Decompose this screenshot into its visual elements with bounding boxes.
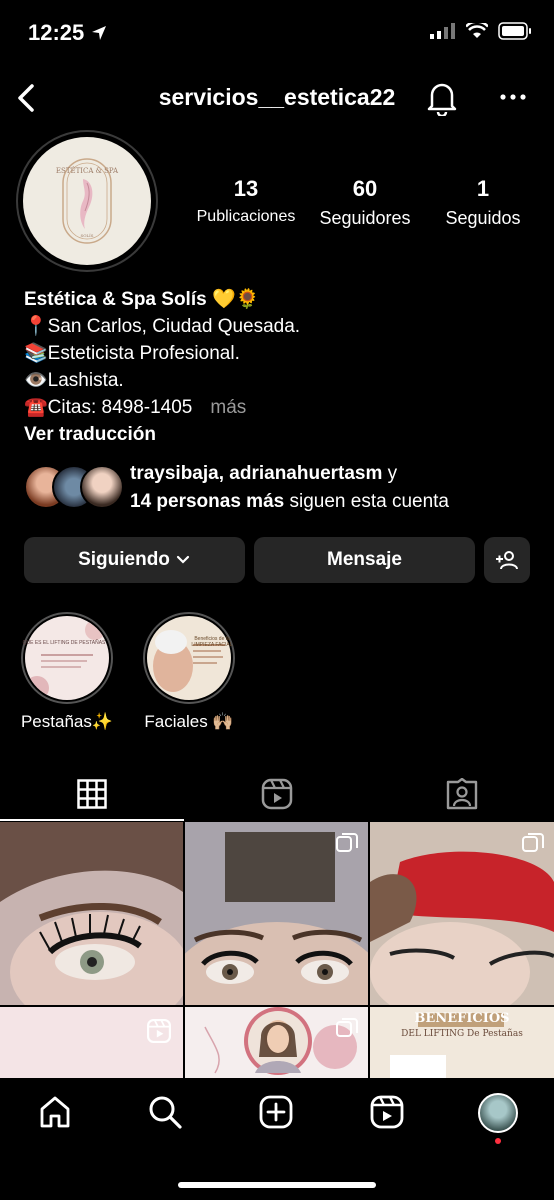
multiple-posts-icon (336, 1018, 358, 1037)
bio-line-profession: 📚Esteticista Profesional. (24, 343, 240, 364)
highlight-cover (25, 616, 109, 700)
post-thumbnail[interactable] (185, 822, 368, 1005)
stat-posts-value: 13 (233, 176, 259, 201)
post-subtitle: DEL LIFTING De Pestañas (401, 1029, 523, 1039)
stat-following[interactable]: 1 Seguidos (434, 176, 532, 229)
chevron-down-icon (176, 555, 190, 564)
more-options-button[interactable] (498, 84, 528, 110)
post-thumbnail[interactable] (370, 822, 554, 1005)
grid-icon (77, 779, 107, 809)
nav-create[interactable] (256, 1092, 296, 1132)
logo-image: ESTÉTICA & SPA SOLÍS (23, 137, 151, 265)
translate-link[interactable]: Ver traducción (24, 421, 300, 448)
message-button[interactable]: Mensaje (254, 537, 475, 583)
profile-username: servicios__estetica22 (158, 84, 396, 110)
location-arrow-icon (90, 24, 108, 47)
highlight-faciales-label: Faciales 🙌🏼 (144, 712, 234, 731)
multiple-posts-icon (522, 833, 544, 852)
battery-icon (498, 22, 531, 40)
home-icon (40, 1096, 70, 1128)
home-indicator (178, 1182, 376, 1188)
mutual-count: 14 personas más (130, 491, 285, 512)
reel-icon (147, 1019, 171, 1043)
search-icon (149, 1096, 182, 1129)
svg-text:SOLÍS: SOLÍS (81, 233, 94, 238)
following-button[interactable]: Siguiendo (24, 537, 245, 583)
stat-posts[interactable]: 13 Publicaciones (190, 176, 302, 226)
nav-profile-avatar[interactable] (478, 1093, 518, 1133)
mutual-followers-avatars[interactable] (24, 465, 124, 509)
svg-text:ESTÉTICA & SPA: ESTÉTICA & SPA (56, 166, 119, 175)
mutual-followers-text[interactable]: traysibaja, adrianahuertasm y 14 persona… (130, 460, 449, 516)
tab-tagged[interactable] (370, 770, 554, 818)
add-post-icon (259, 1095, 293, 1129)
stat-followers[interactable]: 60 Seguidores (308, 176, 422, 229)
notification-dot (495, 1138, 501, 1144)
post-thumbnail[interactable] (185, 1007, 368, 1078)
bio-line-lashes: 👁️Lashista. (24, 370, 124, 391)
post-title: BENEFICIOS (414, 1011, 510, 1026)
highlight-faciales-cover-text: Beneficios de la LIMPIEZA FACIAL (191, 636, 233, 648)
bio-line-phone: ☎️Citas: 8498-1405 más (24, 394, 300, 421)
highlight-pestanas-label: Pestañas✨ (20, 712, 114, 731)
stat-followers-label: Seguidores (319, 208, 411, 228)
status-icons (430, 22, 532, 40)
following-label: Siguiendo (78, 549, 170, 570)
reels-icon (261, 778, 293, 810)
stat-posts-label: Publicaciones (196, 208, 296, 225)
multiple-posts-icon (336, 833, 358, 852)
spa-logo-icon: ESTÉTICA & SPA SOLÍS (56, 158, 119, 244)
highlight-faciales[interactable] (143, 612, 235, 704)
add-person-icon (496, 551, 518, 570)
highlight-pestanas[interactable] (21, 612, 113, 704)
active-tab-indicator (0, 819, 184, 821)
bell-icon (427, 83, 457, 118)
nav-reels[interactable] (367, 1092, 407, 1132)
nav-search[interactable] (145, 1092, 185, 1132)
tagged-person-icon (446, 778, 478, 810)
highlight-cover (147, 616, 231, 700)
reels-icon (370, 1095, 404, 1129)
tab-reels[interactable] (185, 770, 369, 818)
wifi-icon (466, 23, 488, 38)
post-thumbnail[interactable] (0, 822, 183, 1005)
mutual-names: traysibaja, adrianahuertasm (130, 463, 383, 484)
signal-icon (430, 23, 455, 39)
suggest-people-button[interactable] (484, 537, 530, 583)
follower-avatar (80, 465, 124, 509)
profile-bio: Estética & Spa Solís 💛🌻 📍San Carlos, Ciu… (24, 286, 300, 448)
post-thumbnail[interactable]: BENEFICIOS DEL LIFTING De Pestañas (370, 1007, 554, 1078)
status-time: 12:25 (28, 20, 85, 45)
stat-following-label: Seguidos (445, 208, 521, 228)
stat-following-value: 1 (476, 176, 490, 201)
nav-home[interactable] (35, 1092, 75, 1132)
bio-more-link[interactable]: más (210, 397, 246, 418)
message-label: Mensaje (327, 549, 402, 570)
more-dots-icon (500, 94, 526, 100)
mutual-suffix: siguen esta cuenta (284, 491, 449, 512)
mutual-conj: y (382, 463, 398, 484)
highlight-pestanas-cover-text: QUE ES EL LIFTING DE PESTAÑAS (22, 640, 106, 646)
profile-display-name: Estética & Spa Solís 💛🌻 (24, 289, 260, 310)
tab-grid[interactable] (0, 770, 184, 818)
notifications-button[interactable] (424, 78, 460, 118)
stat-followers-value: 60 (352, 176, 378, 201)
eye-lashes-photo (0, 822, 183, 1005)
post-thumbnail[interactable] (0, 1007, 183, 1078)
profile-avatar[interactable]: ESTÉTICA & SPA SOLÍS (16, 130, 158, 272)
bio-phone: ☎️Citas: 8498-1405 (24, 397, 193, 418)
bio-line-location: 📍San Carlos, Ciudad Quesada. (24, 316, 301, 337)
